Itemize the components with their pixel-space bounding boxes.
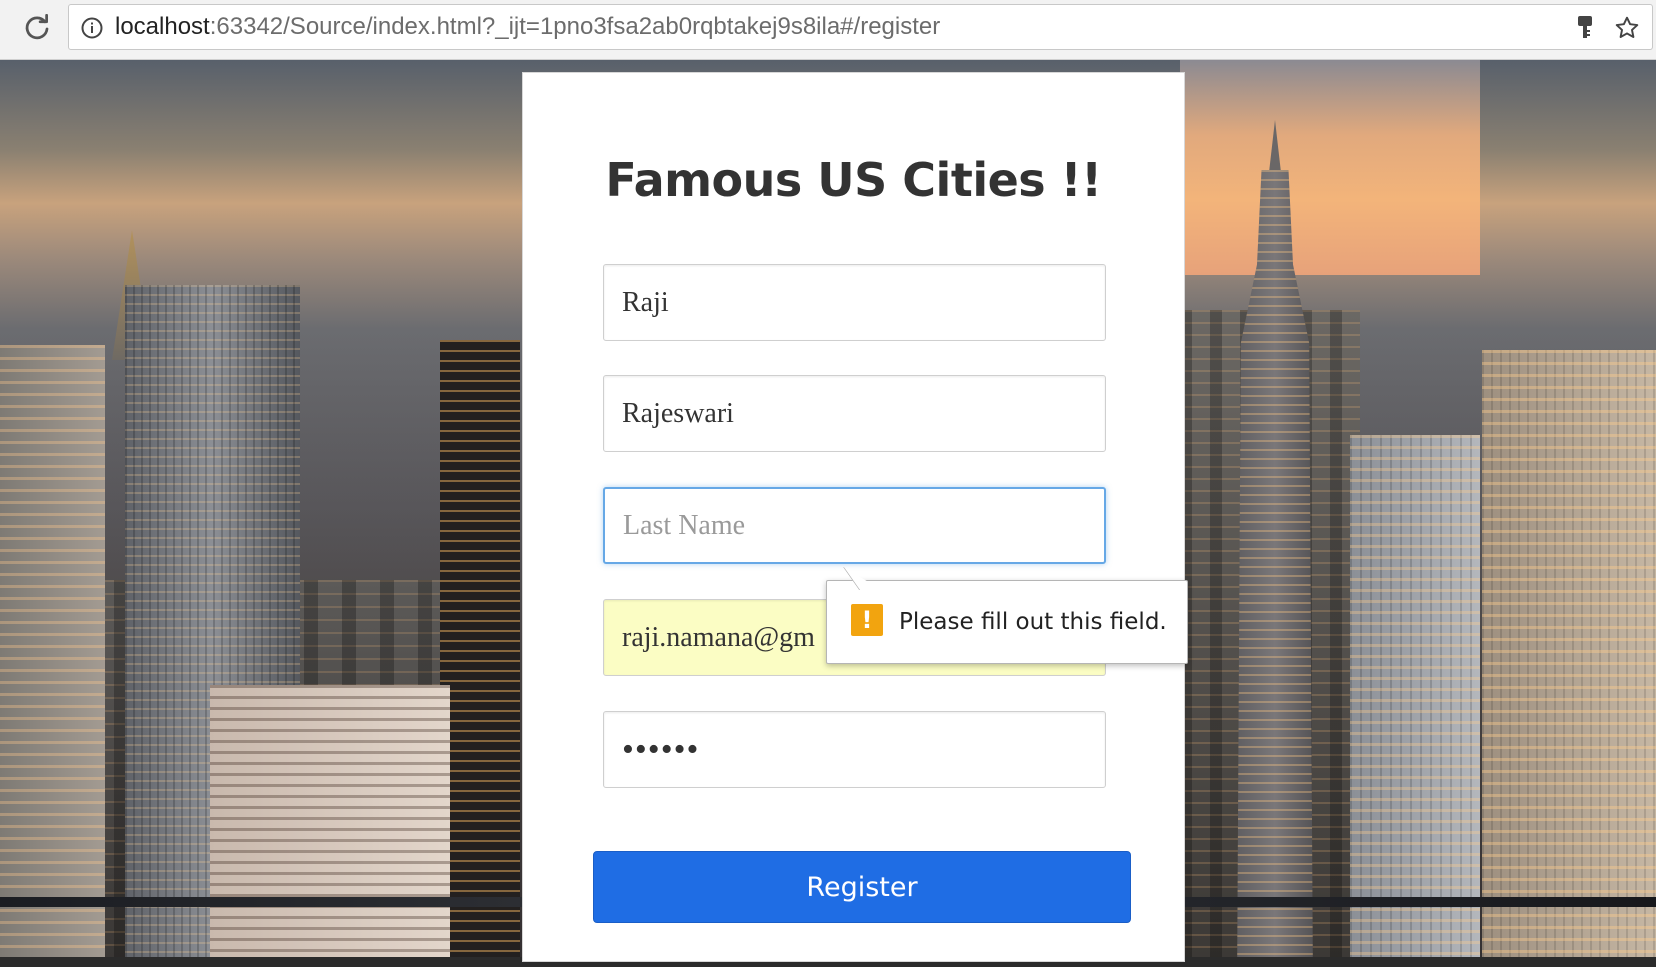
info-icon[interactable] [81, 17, 103, 39]
empire-state-building [1237, 170, 1313, 957]
middle-name-field[interactable] [603, 375, 1106, 452]
key-icon[interactable] [1574, 15, 1596, 41]
star-icon[interactable] [1614, 15, 1640, 41]
reload-icon[interactable] [20, 12, 54, 46]
building [1350, 435, 1480, 957]
last-name-field[interactable] [603, 487, 1106, 564]
password-field[interactable] [603, 711, 1106, 788]
sky-sunset [1180, 60, 1480, 275]
validation-tooltip: ! Please fill out this field. [826, 580, 1188, 664]
page-title: Famous US Cities !! [605, 153, 1102, 207]
building [1482, 350, 1656, 957]
building [210, 685, 450, 957]
browser-toolbar: localhost:63342/Source/index.html?_ijt=1… [0, 0, 1656, 60]
validation-message: Please fill out this field. [899, 609, 1167, 635]
url-path: :63342/Source/index.html?_ijt=1pno3fsa2a… [209, 13, 941, 40]
register-button[interactable]: Register [593, 851, 1131, 923]
warning-icon: ! [851, 604, 883, 636]
first-name-field[interactable] [603, 264, 1106, 341]
building [440, 340, 520, 957]
url-text[interactable]: localhost:63342/Source/index.html?_ijt=1… [115, 5, 940, 49]
address-bar[interactable]: localhost:63342/Source/index.html?_ijt=1… [68, 4, 1653, 50]
url-host: localhost [115, 13, 210, 40]
building [0, 345, 105, 957]
register-form-panel: Famous US Cities !! Register [522, 72, 1185, 962]
